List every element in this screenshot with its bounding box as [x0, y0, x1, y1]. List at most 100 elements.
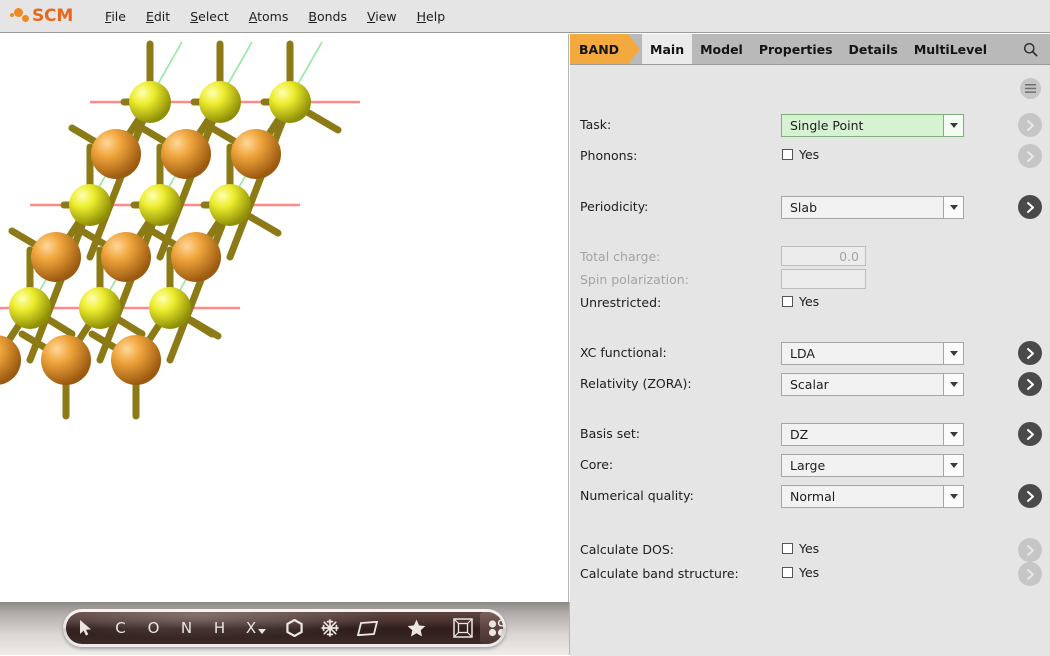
- tab-multilevel[interactable]: MultiLevel: [906, 34, 995, 64]
- checkbox-unrestricted[interactable]: Yes: [782, 294, 819, 309]
- tab-model[interactable]: Model: [692, 34, 751, 64]
- atom-sphere-a[interactable]: [171, 232, 221, 282]
- molecule-viewer[interactable]: [0, 34, 569, 602]
- checkbox-box[interactable]: [782, 149, 793, 160]
- checkbox-box[interactable]: [782, 567, 793, 578]
- tab-bar-spacer: [995, 34, 1023, 64]
- detail-arrow-button-periodicity[interactable]: [1018, 195, 1042, 219]
- atom-sphere-b[interactable]: [69, 184, 111, 226]
- input-value-total-charge: 0.0: [839, 249, 859, 264]
- ring-tool[interactable]: [276, 612, 312, 644]
- input-total-charge: 0.0: [781, 246, 866, 266]
- box-tool[interactable]: [446, 612, 480, 644]
- detail-arrow-button-numerical-quality[interactable]: [1018, 484, 1042, 508]
- other-element-tool[interactable]: X: [236, 612, 276, 644]
- chevron-right-icon: [1025, 568, 1036, 581]
- molecule-render[interactable]: [0, 34, 568, 602]
- menu-item-view[interactable]: View: [359, 6, 405, 27]
- form-row-core: Core: Large: [570, 454, 1050, 476]
- combo-core[interactable]: Large: [781, 454, 964, 477]
- atom-sphere-a[interactable]: [41, 335, 91, 385]
- atom-sphere-a[interactable]: [231, 129, 281, 179]
- checkbox-box[interactable]: [782, 543, 793, 554]
- label-calculate-band-structure: Calculate band structure:: [580, 563, 739, 585]
- atom-sphere-b[interactable]: [149, 287, 191, 329]
- hamburger-icon[interactable]: [1020, 78, 1041, 99]
- tab-main[interactable]: Main: [642, 34, 692, 64]
- form-row-task: Task: Single Point: [570, 114, 1050, 136]
- chevron-down-icon[interactable]: [258, 629, 266, 634]
- combo-task[interactable]: Single Point: [781, 114, 964, 137]
- carbon-tool[interactable]: C: [104, 612, 137, 644]
- atom-sphere-a[interactable]: [161, 129, 211, 179]
- detail-arrow-button-xc-functional[interactable]: [1018, 341, 1042, 365]
- menu-bar: SCM FileEditSelectAtomsBondsViewHelp: [0, 0, 1050, 33]
- combo-periodicity[interactable]: Slab: [781, 196, 964, 219]
- label-task: Task:: [580, 114, 611, 136]
- plane-tool[interactable]: [348, 612, 386, 644]
- chevron-down-icon[interactable]: [943, 343, 963, 364]
- detail-arrow-button-relativity-zora[interactable]: [1018, 372, 1042, 396]
- label-relativity-zora: Relativity (ZORA):: [580, 373, 692, 395]
- hydrogen-tool[interactable]: H: [203, 612, 236, 644]
- chevron-down-icon[interactable]: [943, 197, 963, 218]
- label-spin-polarization: Spin polarization:: [580, 269, 689, 291]
- search-icon[interactable]: [1023, 34, 1050, 64]
- atom-sphere-a[interactable]: [91, 129, 141, 179]
- tab-label: MultiLevel: [914, 42, 987, 57]
- checkbox-box[interactable]: [782, 296, 793, 307]
- detail-arrow-button-basis-set[interactable]: [1018, 422, 1042, 446]
- label-total-charge: Total charge:: [580, 246, 660, 268]
- chevron-down-icon[interactable]: [943, 455, 963, 476]
- label-core: Core:: [580, 454, 613, 476]
- combo-relativity-zora[interactable]: Scalar: [781, 373, 964, 396]
- menu-item-atoms[interactable]: Atoms: [241, 6, 297, 27]
- select-arrow-tool[interactable]: [66, 612, 104, 644]
- tab-details[interactable]: Details: [841, 34, 906, 64]
- bottom-tool-panel: CONHX: [0, 602, 570, 655]
- menu-item-file[interactable]: File: [97, 6, 134, 27]
- combo-basis-set[interactable]: DZ: [781, 423, 964, 446]
- form-row-spin-polarization: Spin polarization:: [570, 269, 1050, 291]
- atom-sphere-b[interactable]: [129, 81, 171, 123]
- atom-sphere-a[interactable]: [111, 335, 161, 385]
- atom-sphere-b[interactable]: [269, 81, 311, 123]
- hexagon-ring-icon: [286, 619, 303, 637]
- favorites-tool[interactable]: [386, 612, 446, 644]
- scm-logo-text: SCM: [32, 6, 73, 26]
- checkbox-phonons[interactable]: Yes: [782, 147, 819, 162]
- tab-properties[interactable]: Properties: [751, 34, 841, 64]
- combo-numerical-quality[interactable]: Normal: [781, 485, 964, 508]
- combo-value-relativity-zora: Scalar: [782, 374, 943, 395]
- checkbox-label: Yes: [799, 565, 819, 580]
- star-icon: [407, 619, 426, 637]
- combo-xc-functional[interactable]: LDA: [781, 342, 964, 365]
- atom-sphere-b[interactable]: [9, 287, 51, 329]
- menu-item-help[interactable]: Help: [409, 6, 454, 27]
- atom-sphere-b[interactable]: [209, 184, 251, 226]
- crystal-tool[interactable]: [312, 612, 348, 644]
- form-row-numerical-quality: Numerical quality:Normal: [570, 485, 1050, 507]
- atom-sphere-b[interactable]: [79, 287, 121, 329]
- module-tab-band[interactable]: BAND: [570, 34, 628, 64]
- checkbox-calculate-band-structure[interactable]: Yes: [782, 565, 819, 580]
- lattice-tool[interactable]: [480, 612, 503, 644]
- menu-item-edit[interactable]: Edit: [138, 6, 178, 27]
- menu-item-bonds[interactable]: Bonds: [300, 6, 355, 27]
- chevron-down-icon[interactable]: [943, 115, 963, 136]
- atom-sphere-a[interactable]: [31, 232, 81, 282]
- nitrogen-tool[interactable]: N: [170, 612, 203, 644]
- tab-label: Properties: [759, 42, 833, 57]
- settings-form: Task:Single PointPhonons:YesPeriodicity:…: [570, 65, 1050, 656]
- atom-sphere-b[interactable]: [199, 81, 241, 123]
- chevron-down-icon[interactable]: [943, 374, 963, 395]
- oxygen-tool[interactable]: O: [137, 612, 170, 644]
- atom-sphere-b[interactable]: [139, 184, 181, 226]
- atom-sphere-a[interactable]: [0, 335, 21, 385]
- chevron-down-icon[interactable]: [943, 424, 963, 445]
- chevron-down-icon[interactable]: [943, 486, 963, 507]
- checkbox-calculate-dos[interactable]: Yes: [782, 541, 819, 556]
- menu-item-select[interactable]: Select: [182, 6, 237, 27]
- atom-sphere-a[interactable]: [101, 232, 151, 282]
- combo-value-xc-functional: LDA: [782, 343, 943, 364]
